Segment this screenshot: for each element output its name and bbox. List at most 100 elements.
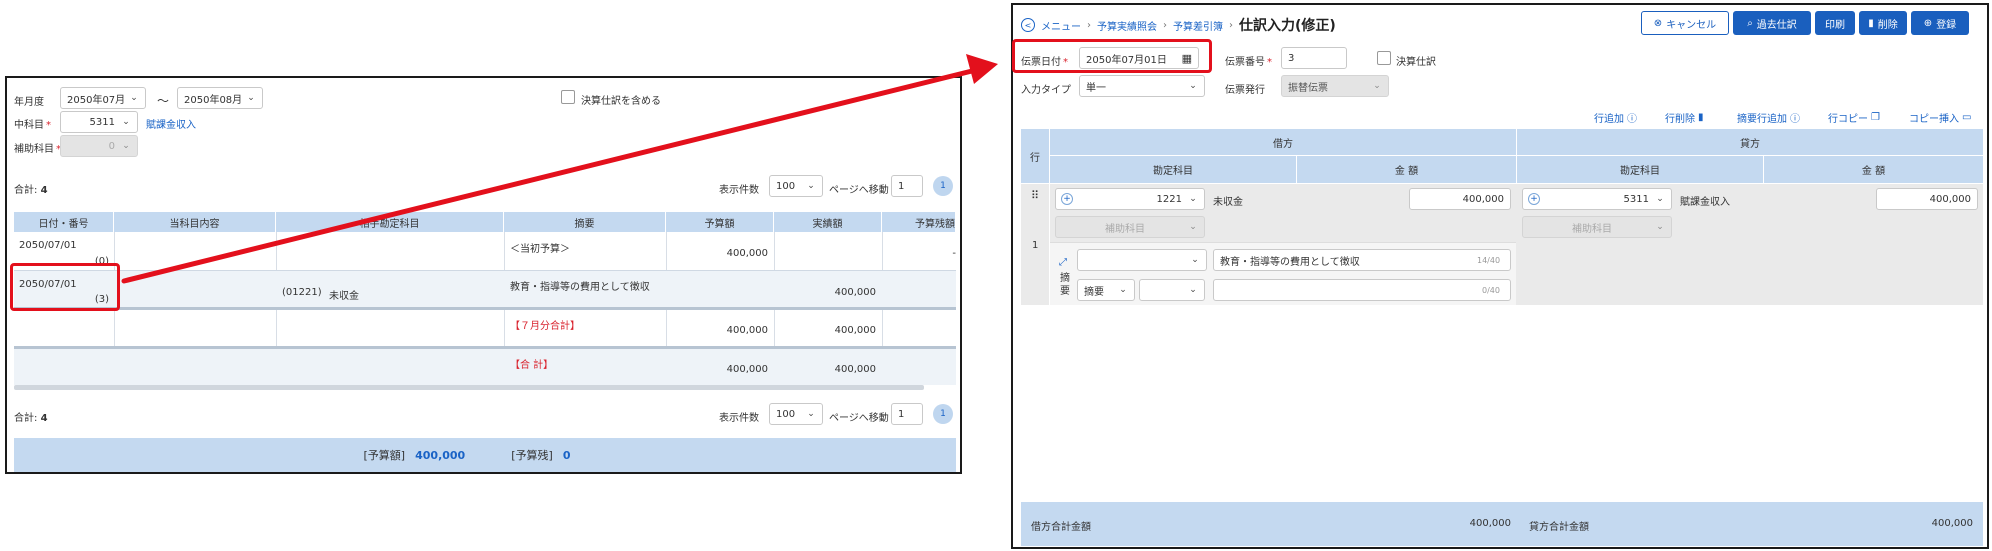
credit-total-label: 貸方合計金額 — [1529, 522, 1589, 533]
chevron-down-icon: ⌄ — [807, 181, 815, 191]
input-type-label: 入力タイプ — [1021, 85, 1071, 96]
row-account-name[interactable]: 未収金 — [329, 287, 359, 302]
summary-option-select[interactable]: ⌄ — [1139, 279, 1205, 301]
journal-entry-panel: < メニュー › 予算実績照会 › 予算差引簿 › 仕訳入力(修正) ⊗ キャンセ… — [1011, 3, 1989, 549]
horizontal-scrollbar[interactable] — [14, 385, 924, 390]
voucher-no-input[interactable]: 3 — [1281, 47, 1347, 69]
debit-sub-account-select[interactable]: 補助科目 ⌄ — [1055, 216, 1205, 238]
total-count-bottom: 合計: 4 — [14, 413, 48, 424]
credit-header: 貸方 — [1517, 129, 1983, 155]
back-icon[interactable]: < — [1021, 18, 1035, 32]
chevron-down-icon: ⌄ — [1656, 222, 1664, 232]
page-size-select[interactable]: 100 ⌄ — [769, 175, 823, 197]
middle-account-label: 中科目 * — [14, 120, 51, 131]
help-icon: ⓘ — [1790, 114, 1800, 125]
debit-amount-header: 金 額 — [1297, 156, 1516, 183]
totals-footer: 借方合計金額 400,000 貸方合計金額 400,000 — [1021, 502, 1983, 546]
drag-handle-icon[interactable]: ⠿ — [1031, 189, 1039, 202]
goto-page-label: ページへ移動 — [829, 413, 889, 424]
highlight-selected-row — [10, 263, 120, 311]
chevron-right-icon: › — [1163, 19, 1167, 31]
credit-sub-account-select[interactable]: 補助科目 ⌄ — [1522, 216, 1672, 238]
column-header: 摘要 — [504, 212, 666, 232]
chevron-down-icon: ⌄ — [1189, 81, 1197, 91]
closing-journal-label: 決算仕訳 — [1396, 57, 1436, 68]
chevron-down-icon: ⌄ — [1119, 285, 1127, 295]
goto-page-label: ページへ移動 — [829, 185, 889, 196]
row-summary-monthly-total: 【７月分合計】 — [510, 321, 580, 332]
voucher-no-label: 伝票番号 * — [1225, 57, 1272, 68]
page-button-current[interactable]: 1 — [933, 176, 953, 196]
past-journal-button[interactable]: ⌕ 過去仕訳 — [1733, 11, 1811, 35]
page-button-current[interactable]: 1 — [933, 404, 953, 424]
print-button[interactable]: 印刷 — [1815, 11, 1855, 35]
middle-account-select[interactable]: 5311 ⌄ — [60, 111, 138, 133]
summary-text-input-2[interactable] — [1213, 279, 1511, 301]
page-size-select[interactable]: 100 ⌄ — [769, 403, 823, 425]
include-closing-label: 決算仕訳を含める — [581, 96, 661, 107]
cancel-button[interactable]: ⊗ キャンセル — [1641, 11, 1729, 35]
help-icon: ⓘ — [1627, 114, 1637, 125]
chevron-down-icon: ⌄ — [1191, 255, 1199, 265]
chevron-down-icon: ⌄ — [1189, 285, 1197, 295]
expand-plus-icon[interactable]: + — [1061, 193, 1073, 205]
credit-amount-input[interactable]: 400,000 — [1876, 188, 1978, 210]
summary-kind-select[interactable]: 摘要 ⌄ — [1077, 279, 1135, 301]
row-remaining: - — [952, 248, 956, 259]
breadcrumb-menu[interactable]: メニュー — [1041, 18, 1081, 33]
column-header: 当科目内容 — [114, 212, 276, 232]
row-budget: 400,000 — [726, 325, 768, 336]
breadcrumb-budget-inquiry[interactable]: 予算実績照会 — [1097, 18, 1157, 33]
chevron-right-icon: › — [1229, 19, 1233, 31]
period-separator: 〜 — [157, 94, 170, 108]
chevron-down-icon: ⌄ — [247, 93, 255, 103]
row-actual: 400,000 — [834, 287, 876, 298]
voucher-issue-select[interactable]: 振替伝票 ⌄ — [1281, 75, 1389, 97]
goto-page-input[interactable]: 1 — [891, 403, 923, 425]
credit-account-select[interactable]: 5311 ⌄ — [1522, 188, 1672, 210]
breadcrumb: < メニュー › 予算実績照会 › 予算差引簿 › 仕訳入力(修正) — [1021, 15, 1336, 35]
period-to-select[interactable]: 2050年08月 ⌄ — [177, 87, 263, 109]
input-type-select[interactable]: 単一 ⌄ — [1079, 75, 1205, 97]
expand-plus-icon[interactable]: + — [1528, 193, 1540, 205]
row-number: 1 — [1032, 240, 1039, 251]
include-closing-checkbox[interactable] — [561, 90, 575, 104]
journal-grid: 行 借方 貸方 勘定科目 金 額 勘定科目 金 額 ⠿ 1 1221 ⌄ + 未… — [1021, 129, 1983, 305]
column-header: 予算額 — [666, 212, 774, 232]
voucher-issue-label: 伝票発行 — [1225, 85, 1265, 96]
period-from-select[interactable]: 2050年07月 ⌄ — [60, 87, 146, 109]
row-divider — [14, 307, 956, 310]
row-summary: ＜当初予算＞ — [510, 244, 570, 255]
budget-total-label: [予算額] — [363, 449, 406, 462]
add-row-button[interactable]: 行追加 ⓘ — [1594, 110, 1637, 125]
plus-circle-icon: ⊕ — [1923, 17, 1933, 29]
add-summary-row-button[interactable]: 摘要行追加 ⓘ — [1737, 110, 1800, 125]
trash-icon: ▮ — [1698, 112, 1704, 123]
credit-account-header: 勘定科目 — [1517, 156, 1763, 183]
total-count-top: 合計: 4 — [14, 185, 48, 196]
register-button[interactable]: ⊕ 登録 — [1911, 11, 1969, 35]
delete-button[interactable]: ▮ 削除 — [1859, 11, 1907, 35]
paste-row-button[interactable]: コピー挿入 ▭ — [1909, 110, 1971, 125]
credit-account-name: 賦課金収入 — [1680, 197, 1730, 208]
expand-arrows-icon[interactable]: ⤢ — [1059, 257, 1067, 268]
sub-account-select[interactable]: 0 ⌄ — [60, 135, 138, 157]
remaining-total-label: [予算残] — [511, 449, 553, 462]
goto-page-input[interactable]: 1 — [891, 175, 923, 197]
row-budget: 400,000 — [726, 364, 768, 375]
budget-ledger-panel: 年月度 2050年07月 ⌄ 〜 2050年08月 ⌄ 決算仕訳を含める 中科目… — [5, 76, 962, 474]
delete-row-button[interactable]: 行削除 ▮ — [1665, 110, 1704, 125]
closing-journal-checkbox[interactable] — [1377, 51, 1391, 65]
debit-amount-input[interactable]: 400,000 — [1409, 188, 1511, 210]
highlight-voucher-date — [1012, 39, 1212, 73]
summary-template-select[interactable]: ⌄ — [1077, 249, 1207, 271]
debit-account-select[interactable]: 1221 ⌄ — [1055, 188, 1205, 210]
row-actual: 400,000 — [834, 364, 876, 375]
breadcrumb-budget-ledger[interactable]: 予算差引簿 — [1173, 18, 1223, 33]
chevron-down-icon: ⌄ — [122, 117, 130, 127]
summary-text-input[interactable]: 教育・指導等の費用として徴収 — [1213, 249, 1511, 271]
copy-row-button[interactable]: 行コピー ❐ — [1828, 110, 1880, 125]
row-actual: 400,000 — [834, 325, 876, 336]
clipboard-icon: ▭ — [1962, 112, 1972, 123]
row-summary-grand-total: 【合 計】 — [510, 360, 554, 371]
